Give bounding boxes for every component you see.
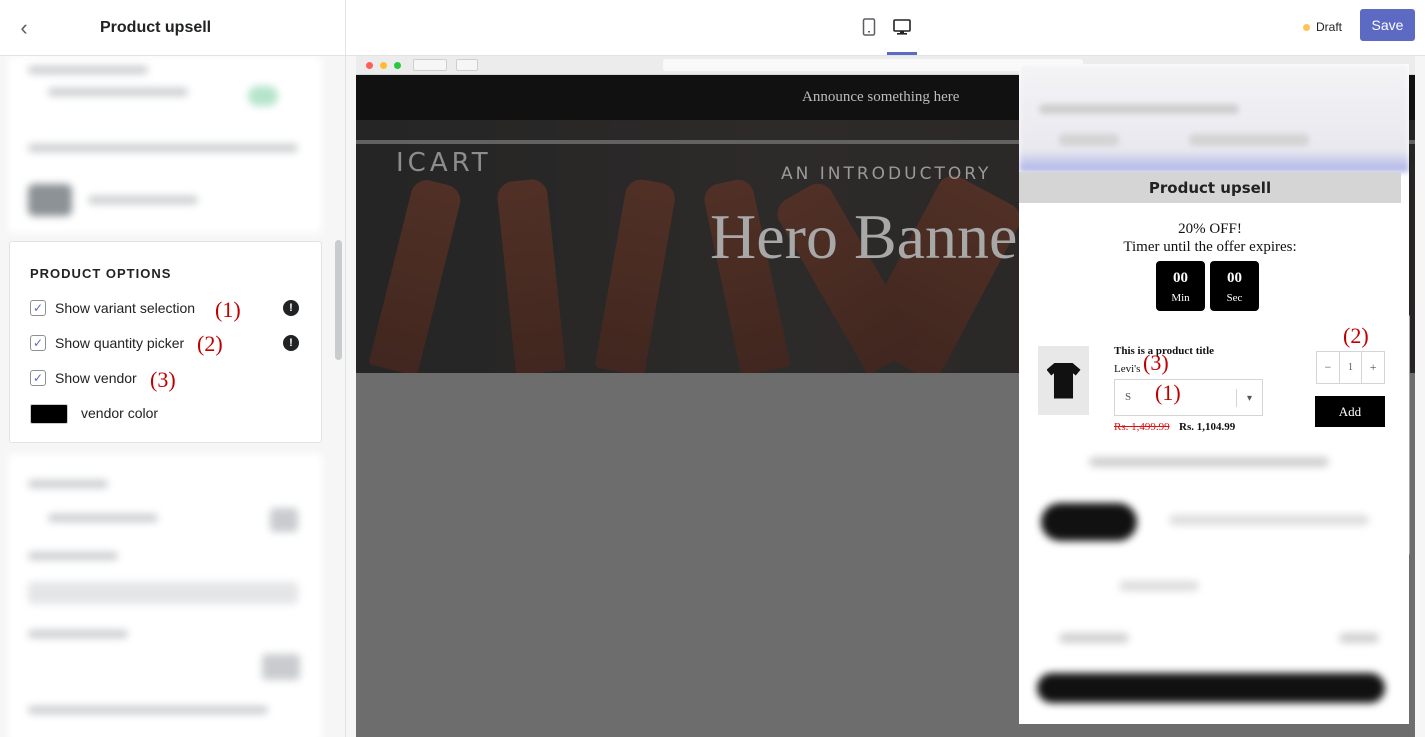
annotation-label: (3) (1143, 350, 1169, 375)
editor-header: ‹ Product upsell (0, 0, 346, 56)
nav-arrows-icon (413, 59, 447, 71)
variant-value: S (1125, 391, 1132, 403)
hero-title: Hero Banne (710, 201, 1018, 272)
option-show-vendor[interactable]: ✓ Show vendor (30, 370, 137, 386)
quantity-minus-button[interactable]: − (1317, 352, 1339, 383)
info-icon[interactable]: ! (283, 300, 299, 316)
draft-dot-icon (1303, 23, 1310, 31)
option-label: Show quantity picker (55, 335, 185, 351)
quantity-picker-checkbox[interactable]: ✓ (30, 335, 46, 351)
minimize-dot-icon (380, 62, 387, 69)
quantity-stepper[interactable]: − 1 + (1316, 351, 1385, 384)
product-image[interactable] (1038, 346, 1089, 415)
vendor-color-swatch[interactable] (30, 404, 68, 424)
option-label: Show variant selection (55, 300, 196, 316)
timer-minutes-value: 00 (1173, 270, 1188, 286)
blurred-cart-header (1019, 64, 1409, 172)
chevron-down-icon: ▾ (1236, 389, 1262, 407)
timer-seconds-unit: Sec (1226, 292, 1243, 304)
offer-discount: 20% OFF! (1178, 221, 1242, 237)
announcement-text: Announce something here (802, 89, 960, 105)
compare-price: Rs. 1,499.99 (1114, 421, 1170, 433)
vendor-checkbox[interactable]: ✓ (30, 370, 46, 386)
variant-selection-checkbox[interactable]: ✓ (30, 300, 46, 316)
active-device-indicator (887, 52, 917, 55)
status-badge: Draft (1303, 20, 1342, 34)
offer-timer-label: Timer until the offer expires: (1123, 239, 1297, 255)
info-icon[interactable]: ! (283, 335, 299, 351)
timer-seconds: 00 Sec (1210, 261, 1259, 311)
annotation-label: (1) (215, 297, 241, 322)
close-dot-icon (366, 62, 373, 69)
upsell-header: Product upsell (1019, 172, 1401, 203)
annotation-label: (3) (150, 367, 176, 392)
timer-minutes: 00 Min (1156, 261, 1205, 311)
option-label: Show vendor (55, 370, 137, 386)
desktop-icon (893, 18, 911, 35)
product-vendor: Levi's (1114, 363, 1141, 375)
offer-text: 20% OFF! Timer until the offer expires: (1019, 220, 1401, 256)
page-title: Product upsell (100, 18, 212, 36)
sidebar-toggle-icon (456, 59, 478, 71)
option-show-quantity-picker[interactable]: ✓ Show quantity picker (30, 335, 184, 351)
preview-toolbar: Draft Save (346, 0, 1425, 56)
desktop-view-button[interactable] (889, 14, 915, 40)
option-show-variant-selection[interactable]: ✓ Show variant selection (30, 300, 195, 316)
sale-price: Rs. 1,104.99 (1179, 421, 1236, 433)
quantity-plus-button[interactable]: + (1362, 352, 1384, 383)
timer-seconds-value: 00 (1227, 270, 1242, 286)
add-button[interactable]: Add (1315, 396, 1385, 427)
blurred-settings-card (8, 454, 322, 737)
hero-subtitle: AN INTRODUCTORY (781, 164, 992, 184)
settings-sidebar: PRODUCT OPTIONS ✓ Show variant selection… (0, 56, 346, 737)
annotation-label: (1) (1155, 380, 1181, 405)
tshirt-icon (1046, 362, 1081, 399)
annotation-label: (2) (197, 331, 223, 356)
annotation-label: (2) (1343, 323, 1369, 348)
upsell-widget: 20% OFF! Timer until the offer expires: … (1019, 203, 1401, 443)
product-options-heading: PRODUCT OPTIONS (30, 266, 172, 281)
save-button[interactable]: Save (1360, 9, 1415, 41)
blurred-cart-footer (1019, 443, 1409, 724)
mobile-view-button[interactable] (856, 14, 882, 40)
vendor-color-label: vendor color (81, 405, 159, 421)
quantity-input[interactable]: 1 (1338, 352, 1363, 383)
blurred-settings-card (8, 56, 322, 233)
cart-drawer: Product upsell 20% OFF! Timer until the … (1019, 64, 1409, 724)
sidebar-scrollbar[interactable] (335, 240, 342, 360)
timer-minutes-unit: Min (1171, 292, 1190, 304)
product-options-card: PRODUCT OPTIONS ✓ Show variant selection… (9, 241, 322, 443)
chevron-left-icon: ‹ (20, 14, 28, 40)
draft-label: Draft (1316, 20, 1343, 34)
variant-select[interactable]: S ▾ (1114, 379, 1263, 416)
mobile-icon (862, 18, 876, 36)
store-logo[interactable]: ICART (396, 148, 492, 178)
maximize-dot-icon (394, 62, 401, 69)
back-button[interactable]: ‹ (0, 0, 48, 56)
